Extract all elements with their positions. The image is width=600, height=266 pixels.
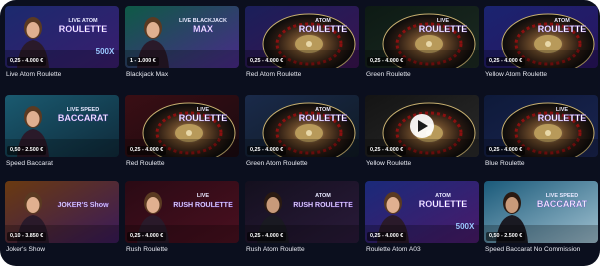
game-thumbnail[interactable]: ATOM ROULETTE 0,25 - 4.000 € [245,95,359,157]
bet-range: 0,25 - 4.000 € [127,146,167,155]
dealer-figure [505,197,519,213]
dealer-figure [26,22,40,38]
game-logo: ROULETTE [59,24,108,34]
game-title[interactable]: Rush Atom Roulette [246,246,358,253]
game-thumbnail[interactable]: LIVE RUSH ROULETTE 0,25 - 4.000 € [125,181,239,243]
dealer-figure [386,197,400,213]
game-title[interactable]: Live Atom Roulette [6,71,118,78]
game-card-blackjack-max[interactable]: LIVE BLACKJACK MAX 1 - 1.000 € Blackjack Ma… [125,6,239,87]
dealer-figure [146,197,160,213]
game-title[interactable]: Blue Roulette [485,160,597,167]
bet-range: 0,25 - 4.000 € [127,232,167,241]
game-card-red-atom-roulette[interactable]: ATOM ROULETTE 0,25 - 4.000 € Red Atom Roule… [245,6,359,87]
bet-range: 0,25 - 4.000 € [367,232,407,241]
game-thumbnail[interactable]: JOKER'S Show 0,10 - 3.850 € [5,181,119,243]
game-title[interactable]: Yellow Roulette [366,160,478,167]
game-logo: RUSH ROULETTE [293,202,353,209]
bet-range: 0,25 - 4.000 € [7,57,47,66]
logo-subtitle: LIVE [197,193,210,199]
game-card-rush-roulette[interactable]: LIVE RUSH ROULETTE 0,25 - 4.000 € Rush Roul… [125,181,239,262]
bet-range: 0,25 - 4.000 € [247,146,287,155]
game-card-speed-baccarat[interactable]: LIVE SPEED BACCARAT 0,50 - 2.500 € Speed Ba… [5,95,119,176]
game-card-green-atom-roulette[interactable]: ATOM ROULETTE 0,25 - 4.000 € Green Atom Rou… [245,95,359,176]
bet-range: 1 - 1.000 € [127,57,159,66]
game-title[interactable]: Joker's Show [6,246,118,253]
game-logo: ROULETTE [299,24,348,34]
game-card-rush-atom-roulette[interactable]: ATOM RUSH ROULETTE 0,25 - 4.000 € Rush Atom… [245,181,359,262]
game-card-speed-baccarat-no-commission[interactable]: LIVE SPEED BACCARAT 0,50 - 2.500 € Speed Ba… [484,181,598,262]
game-card-green-roulette[interactable]: LIVE ROULETTE 0,25 - 4.000 € Green Roulette [365,6,479,87]
game-thumbnail[interactable]: LIVE ROULETTE 0,25 - 4.000 € [125,95,239,157]
bet-range: 0,50 - 2.500 € [486,232,526,241]
game-logo: ROULETTE [538,113,587,123]
game-title[interactable]: Blackjack Max [126,71,238,78]
game-logo: BACCARAT [58,113,109,123]
dealer-figure [146,22,160,38]
game-thumbnail[interactable]: LIVE ATOM ROULETTE 500X 0,25 - 4.000 € [5,6,119,68]
bet-range: 0,25 - 4.000 € [247,232,287,241]
game-thumbnail[interactable]: ATOM RUSH ROULETTE 0,25 - 4.000 € [245,181,359,243]
game-logo: ROULETTE [419,199,468,209]
game-thumbnail[interactable]: ATOM ROULETTE 500X 0,25 - 4.000 € [365,181,479,243]
game-title[interactable]: Roulette Atom A03 [366,246,478,253]
game-logo: RUSH ROULETTE [173,202,233,209]
game-card-live-atom-roulette[interactable]: LIVE ATOM ROULETTE 500X 0,25 - 4.000 € Live … [5,6,119,87]
game-logo: BACCARAT [537,199,588,209]
bet-range: 0,25 - 4.000 € [486,146,526,155]
dealer-figure [26,197,40,213]
game-card-joker-s-show[interactable]: JOKER'S Show 0,10 - 3.850 € Joker's Show [5,181,119,262]
game-logo: ROULETTE [419,24,468,34]
bet-range: 0,25 - 4.000 € [247,57,287,66]
multiplier-badge: 500X [456,222,475,231]
game-thumbnail[interactable]: LIVE ROULETTE 0,25 - 4.000 € [484,95,598,157]
game-thumbnail[interactable]: LIVE SPEED BACCARAT 0,50 - 2.500 € [5,95,119,157]
bet-range: 0,25 - 4.000 € [486,57,526,66]
game-card-blue-roulette[interactable]: LIVE ROULETTE 0,25 - 4.000 € Blue Roulette [484,95,598,176]
game-thumbnail[interactable]: LIVE ROULETTE 0,25 - 4.000 € [365,6,479,68]
game-card-yellow-roulette[interactable]: 0,25 - 4.000 € Yellow Roulette [365,95,479,176]
bet-range: 0,50 - 2.500 € [7,146,47,155]
bet-range: 0,25 - 4.000 € [367,146,407,155]
game-title[interactable]: Rush Roulette [126,246,238,253]
logo-subtitle: ATOM [315,193,331,199]
game-title[interactable]: Speed Baccarat [6,160,118,167]
game-card-roulette-atom-a03[interactable]: ATOM ROULETTE 500X 0,25 - 4.000 € Roulette A… [365,181,479,262]
multiplier-badge: 500X [96,47,115,56]
game-card-red-roulette[interactable]: LIVE ROULETTE 0,25 - 4.000 € Red Roulette [125,95,239,176]
game-card-yellow-atom-roulette[interactable]: ATOM ROULETTE 0,25 - 4.000 € Yellow Atom Ro… [484,6,598,87]
game-title[interactable]: Yellow Atom Roulette [485,71,597,78]
game-thumbnail[interactable]: 0,25 - 4.000 € [365,95,479,157]
dealer-figure [266,197,280,213]
bet-range: 0,25 - 4.000 € [367,57,407,66]
game-logo: ROULETTE [538,24,587,34]
game-title[interactable]: Red Atom Roulette [246,71,358,78]
game-logo: JOKER'S Show [57,202,109,209]
game-thumbnail[interactable]: ATOM ROULETTE 0,25 - 4.000 € [245,6,359,68]
game-logo: ROULETTE [299,113,348,123]
game-title[interactable]: Green Roulette [366,71,478,78]
bet-range: 0,10 - 3.850 € [7,232,47,241]
game-thumbnail[interactable]: ATOM ROULETTE 0,25 - 4.000 € [484,6,598,68]
game-title[interactable]: Red Roulette [126,160,238,167]
game-title[interactable]: Speed Baccarat No Commission [485,246,597,253]
game-title[interactable]: Green Atom Roulette [246,160,358,167]
dealer-figure [26,111,40,127]
game-thumbnail[interactable]: LIVE BLACKJACK MAX 1 - 1.000 € [125,6,239,68]
game-logo: MAX [193,24,213,34]
game-logo: ROULETTE [179,113,228,123]
game-grid: LIVE ATOM ROULETTE 500X 0,25 - 4.000 € Live … [0,0,600,266]
game-thumbnail[interactable]: LIVE SPEED BACCARAT 0,50 - 2.500 € [484,181,598,243]
